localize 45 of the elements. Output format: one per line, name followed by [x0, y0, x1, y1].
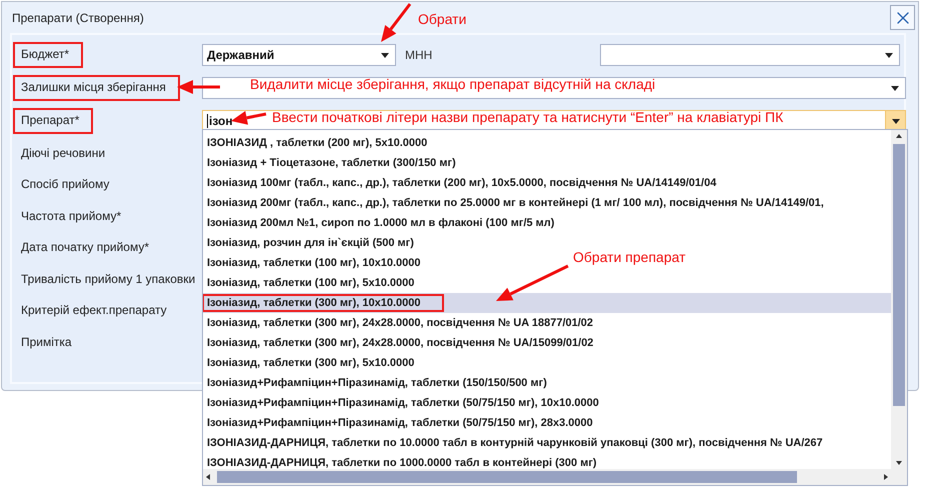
field-label: Спосіб прийому	[20, 177, 110, 192]
field-label: Критерій ефект.препарату	[20, 303, 167, 318]
close-button[interactable]	[890, 5, 915, 30]
field-label: Діючі речовини	[20, 146, 106, 160]
annotation-text: Видалити місце зберігання, якщо препарат відсутній на складі	[250, 76, 656, 92]
list-item[interactable]: Ізоніазид, таблетки (100 мг), 10x10.0000	[203, 253, 444, 273]
list-item[interactable]: Ізоніазид, таблетки (300 мг), 5x10.0000	[203, 353, 438, 373]
dropdown-caret-icon	[885, 52, 893, 58]
pointer-arrow	[231, 111, 266, 125]
field-label: Залишки місця зберігання	[13, 75, 180, 101]
dropdown-caret-icon	[891, 86, 899, 90]
field-label: Препарат*	[13, 108, 94, 134]
list-item[interactable]: Ізоніазид 200мг (табл., капс., др.), таблетки по 25.0000 мг в контейнері (1 мг/ 100 мл), посвідчення № UA/14149/01,	[203, 193, 848, 213]
annotation-text: Обрати препарат	[573, 249, 686, 265]
list-item[interactable]: Ізоніазид+Рифампіцин+Піразинамід, таблетки (150/150/500 мг)	[203, 373, 571, 393]
window-title: Препарати (Створення)	[12, 10, 144, 24]
list-item[interactable]: ІЗОНІАЗИД , таблетки (200 мг), 5x10.0000	[203, 133, 452, 153]
list-item[interactable]: Ізоніазид+Рифампіцин+Піразинамід, таблетки (50/75/150 мг), 28x3.0000	[203, 413, 617, 433]
field-label: МНН	[405, 48, 434, 62]
field-label: Частота прийому*	[20, 208, 122, 223]
list-item[interactable]: Ізоніазид, таблетки (100 мг), 5x10.0000	[203, 273, 438, 293]
dropdown-caret-icon	[892, 118, 900, 124]
list-item[interactable]: Ізоніазид+Рифампіцин+Піразинамід, таблетки (50/75/150 мг), 10x10.0000	[203, 393, 623, 413]
field-label: Дата початку прийому*	[20, 240, 149, 254]
dropdown-caret-icon	[381, 52, 389, 58]
list-item[interactable]: Ізоніазид, таблетки (300 мг), 10x10.0000	[203, 293, 891, 313]
list-item[interactable]: ІЗОНІАЗИД-ДАРНИЦЯ, таблетки по 10.0000 табл в контурній чарунковій упаковці (300 мг), посвідчення № UA/267	[203, 433, 847, 453]
annotation-text: Ввести початкові літери назви препарату та натиснути “Enter” на клавіатурі ПК	[272, 109, 784, 125]
list-item[interactable]: ІЗОНІАЗИД-ДАРНИЦЯ, таблетки по 1000.0000 табл в контейнері (300 мг)	[203, 453, 621, 469]
budget-select[interactable]: Державний	[202, 44, 396, 66]
list-item[interactable]: Ізоніазид + Тіоцетазоне, таблетки (300/150 мг)	[203, 153, 480, 173]
list-item[interactable]: Ізоніазид, розчин для ін`єкцій (500 мг)	[203, 233, 438, 253]
field-label: Тривалість прийому 1 упаковки	[20, 272, 196, 286]
list-item[interactable]: Ізоніазид, таблетки (300 мг), 24x28.0000, посвідчення № UA 18877/01/02	[203, 313, 618, 333]
annotation-text: Обрати	[418, 11, 466, 27]
field-label: Примітка	[20, 334, 72, 349]
pointer-arrow	[381, 3, 412, 42]
list-item[interactable]: Ізоніазид 100мг (табл., капс., др.), таблетки (200 мг), 10x5.0000, посвідчення № UA/14149/01/04	[203, 173, 740, 193]
pointer-arrow	[177, 80, 220, 94]
vertical-scrollbar[interactable]	[891, 130, 907, 469]
list-item[interactable]: Ізоніазид 200мл №1, сироп по 1.0000 мл в флаконі (100 мг/5 мл)	[203, 213, 578, 233]
horizontal-scrollbar[interactable]	[203, 469, 891, 485]
field-label: Бюджет*	[13, 42, 84, 68]
list-item[interactable]: Ізоніазид, таблетки (300 мг), 24x28.0000, посвідчення № UA/15099/01/02	[203, 333, 618, 353]
storage-select[interactable]	[202, 77, 906, 99]
